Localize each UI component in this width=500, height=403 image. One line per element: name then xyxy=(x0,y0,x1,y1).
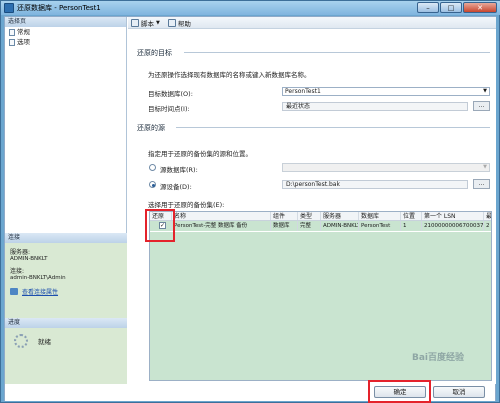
restore-source-hint: 指定用于还原的备份集的源和位置。 xyxy=(148,150,252,158)
page-icon xyxy=(9,28,15,36)
connection-section: 连接 服务器: ADMIN-BNKLT 连接: admin-BNKLT\Admi… xyxy=(5,233,127,329)
restore-checkbox[interactable]: ✓ xyxy=(159,222,166,229)
restore-database-window: 还原数据库 - PersonTest1 – □ ✕ 选择页 常规 选项 连接 服… xyxy=(0,0,500,403)
page-item-general[interactable]: 常规 xyxy=(5,27,126,37)
source-device-radio[interactable] xyxy=(149,181,156,188)
view-connection-properties-label[interactable]: 查看连接属性 xyxy=(22,287,58,296)
general-page: 脚本 ▼ 帮助 还原的目标 为还原操作选择现有数据库的名称或键入新数据库名称。 … xyxy=(128,17,496,384)
first-lsn-cell: 21000000006700037 xyxy=(424,221,484,231)
cancel-button[interactable]: 取消 xyxy=(433,386,485,398)
chevron-down-icon: ▼ xyxy=(483,164,487,170)
destination-db-combo[interactable]: PersonTest1 ▼ xyxy=(282,87,490,96)
restore-target-title: 还原的目标 xyxy=(137,49,172,57)
column-header-restore[interactable]: 还原 xyxy=(150,212,172,220)
backup-sets-label: 选择用于还原的备份集(E): xyxy=(148,201,225,209)
toolbar: 脚本 ▼ 帮助 xyxy=(128,17,496,29)
maximize-button[interactable]: □ xyxy=(440,2,462,13)
restore-source-title: 还原的源 xyxy=(137,124,165,132)
destination-db-value: PersonTest1 xyxy=(285,88,321,95)
source-database-label: 源数据库(R): xyxy=(160,166,198,174)
connection-label: 连接: xyxy=(10,268,25,275)
destination-db-label: 目标数据库(O): xyxy=(148,90,193,98)
column-header-name[interactable]: 名称 xyxy=(172,212,271,220)
script-button[interactable]: 脚本 ▼ xyxy=(131,18,160,28)
chevron-down-icon: ▼ xyxy=(483,88,487,94)
page-item-options[interactable]: 选项 xyxy=(5,37,126,47)
table-header: 还原 名称 组件 类型 服务器 数据库 位置 第一个 LSN 最 xyxy=(150,212,491,221)
page-item-label: 选项 xyxy=(17,38,30,46)
source-database-radio[interactable] xyxy=(149,164,156,171)
column-header-last[interactable]: 最 xyxy=(484,212,491,220)
progress-section: 进度 就绪 xyxy=(5,318,127,384)
point-in-time-browse-button[interactable]: ... xyxy=(473,101,490,111)
script-icon xyxy=(131,18,139,27)
column-header-position[interactable]: 位置 xyxy=(401,212,422,220)
restore-cell: ✓ xyxy=(150,221,172,231)
column-header-server[interactable]: 服务器 xyxy=(321,212,359,220)
select-page-panel: 选择页 常规 选项 连接 服务器: ADMIN-BNKLT 连接: admin-… xyxy=(5,17,127,384)
source-database-combo[interactable]: ▼ xyxy=(282,163,490,172)
dialog-button-bar: 确定 取消 xyxy=(5,380,495,403)
progress-title: 进度 xyxy=(5,318,127,328)
progress-row: 就绪 xyxy=(5,328,127,348)
restore-target-hint: 为还原操作选择现有数据库的名称或键入新数据库名称。 xyxy=(148,71,311,79)
dialog-client: 选择页 常规 选项 连接 服务器: ADMIN-BNKLT 连接: admin-… xyxy=(4,16,496,403)
watermark-logo: Bai百度经验 xyxy=(412,353,465,363)
position-cell: 1 xyxy=(401,221,422,231)
ok-button[interactable]: 确定 xyxy=(374,386,426,398)
divider xyxy=(184,52,490,53)
point-in-time-value: 最近状态 xyxy=(286,103,311,110)
window-title: 还原数据库 - PersonTest1 xyxy=(17,4,101,12)
close-button[interactable]: ✕ xyxy=(463,2,497,13)
help-button[interactable]: 帮助 xyxy=(167,18,191,28)
source-device-field[interactable]: D:\personTest.bak xyxy=(282,180,468,189)
source-device-label: 源设备(D): xyxy=(160,183,192,191)
minimize-button[interactable]: – xyxy=(417,2,439,13)
point-in-time-field[interactable]: 最近状态 xyxy=(282,102,468,111)
page-item-label: 常规 xyxy=(17,28,30,36)
component-cell: 数据库 xyxy=(271,221,298,231)
column-header-first-lsn[interactable]: 第一个 LSN xyxy=(422,212,484,220)
last-cell: 2 xyxy=(486,223,490,229)
connection-value: admin-BNKLT\Admin xyxy=(10,275,66,281)
table-row[interactable]: ✓ PersonTest-完整 数据库 备份 数据库 完整 ADMIN-BNKL… xyxy=(150,221,491,231)
progress-status: 就绪 xyxy=(38,338,51,346)
progress-spinner-icon xyxy=(14,334,28,348)
source-device-browse-button[interactable]: ... xyxy=(473,179,490,189)
divider xyxy=(176,127,490,128)
server-label: 服务器: xyxy=(10,249,31,256)
type-cell: 完整 xyxy=(298,221,321,231)
server-cell: ADMIN-BNKLT xyxy=(323,221,359,231)
column-header-component[interactable]: 组件 xyxy=(271,212,298,220)
select-page-header: 选择页 xyxy=(5,17,126,27)
help-icon xyxy=(167,18,176,27)
script-label: 脚本 xyxy=(141,19,154,28)
column-header-type[interactable]: 类型 xyxy=(298,212,321,220)
column-header-database[interactable]: 数据库 xyxy=(359,212,401,220)
database-icon xyxy=(4,3,14,13)
database-cell: PersonTest xyxy=(359,221,401,231)
page-icon xyxy=(9,38,15,46)
window-controls: – □ ✕ xyxy=(416,2,497,13)
connection-title: 连接 xyxy=(5,233,127,243)
server-value: ADMIN-BNKLT xyxy=(10,256,48,262)
connection-properties-icon xyxy=(10,288,18,295)
source-device-value: D:\personTest.bak xyxy=(286,181,340,188)
chevron-down-icon: ▼ xyxy=(156,19,160,26)
point-in-time-label: 目标时间点(I): xyxy=(148,105,190,113)
name-cell: PersonTest-完整 数据库 备份 xyxy=(172,221,271,231)
help-label: 帮助 xyxy=(177,19,191,28)
title-bar[interactable]: 还原数据库 - PersonTest1 – □ ✕ xyxy=(1,1,500,15)
view-connection-properties-link[interactable]: 查看连接属性 xyxy=(5,287,127,296)
